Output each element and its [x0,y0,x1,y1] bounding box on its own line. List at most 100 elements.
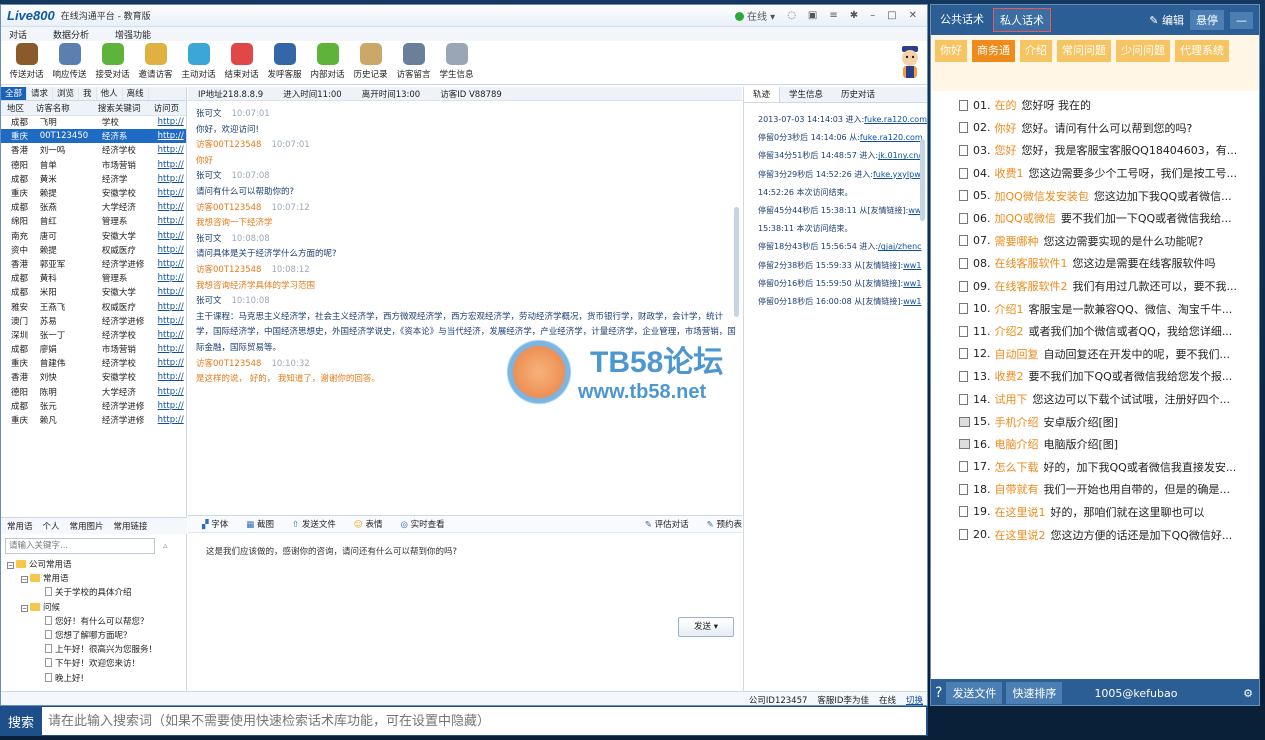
toolbar-button[interactable]: 传送对话 [5,41,48,83]
chat-tool-button[interactable]: ✎ 评估对话 [645,518,689,530]
table-cell[interactable]: http:// [148,314,186,328]
menu-item[interactable]: 数据分析 [53,28,89,41]
table-cell[interactable]: http:// [148,243,186,257]
send-file-button[interactable]: 发送文件 [946,682,1003,704]
edit-button[interactable]: ✎ 编辑 [1149,12,1184,28]
visitor-tab[interactable]: 全部 [1,87,28,100]
toolbar-button[interactable]: 接受对话 [91,41,134,83]
toolbar-button[interactable]: 访客留言 [392,41,435,83]
speech-item[interactable]: 09. 在线客服软件2 我们有用过几款还可以，要不我... [931,275,1259,298]
table-row[interactable]: 资中 赖提 权威医疗 http:// [1,243,186,257]
chat-tool-button[interactable]: ◎ 实时查看 [400,518,444,530]
chat-tool-button[interactable]: ✎ 预约表 [707,518,742,530]
speech-item[interactable]: 16. 电脑介绍 电脑版介绍[图] [931,433,1259,456]
tree-node[interactable]: − 常用语 [7,572,187,586]
toolbar-button[interactable]: 邀请访客 [134,41,177,83]
table-row[interactable]: 雅安 王燕飞 权威医疗 http:// [1,299,186,313]
phrase-search-input[interactable] [5,538,155,554]
tree-node[interactable]: 上午好！很高兴为您服务！ [7,643,187,657]
speech-category[interactable]: 介绍 [1020,40,1052,62]
speech-item[interactable]: 18. 自带就有 我们一开始也用自带的，但是的确是... [931,478,1259,501]
table-row[interactable]: 香港 郭亚军 经济学进修 http:// [1,257,186,271]
trail-link[interactable]: ww1 [903,297,921,306]
tree-node[interactable]: 关于学校的具体介绍 [7,586,187,600]
speech-item[interactable]: 01. 在的 您好呀 我在的 [931,94,1259,117]
speech-item[interactable]: 07. 需要哪种 您这边需要实现的是什么功能呢? [931,230,1259,253]
table-cell[interactable]: http:// [148,285,186,299]
table-cell[interactable]: http:// [148,200,186,214]
table-cell[interactable]: http:// [148,271,186,285]
trail-link[interactable]: /gjaj/zhenc [878,242,921,251]
table-row[interactable]: 成都 廖娟 市场营销 http:// [1,342,186,356]
speech-item[interactable]: 20. 在这里说2 您这边方便的话还是加下QQ微信好... [931,523,1259,546]
tab-private-speech[interactable]: 私人话术 [993,8,1051,32]
trail-link[interactable]: jk.01ny.cn/ [878,151,921,160]
chat-scrollbar[interactable] [734,207,739,317]
minimize-icon[interactable]: – [870,10,875,21]
tree-node[interactable]: 晚上好! [7,672,187,686]
table-row[interactable]: 香港 刘一鸣 经济学校 http:// [1,143,186,157]
table-cell[interactable]: http:// [148,229,186,243]
speech-item[interactable]: 10. 介绍1 客服宝是一款兼容QQ、微信、淘宝千牛... [931,297,1259,320]
table-cell[interactable]: http:// [148,143,186,157]
visitor-tab[interactable]: 离线 [123,87,149,100]
speech-item[interactable]: 15. 手机介绍 安卓版介绍[图] [931,410,1259,433]
table-cell[interactable]: http:// [148,356,186,370]
gear-icon[interactable]: ✱ [850,10,858,21]
speech-item[interactable]: 14. 试用下 您这边可以下载个试试哦，注册好四个... [931,388,1259,411]
collapse-icon[interactable]: ▵ [163,541,168,551]
trail-scrollbar[interactable] [920,139,925,221]
phrase-tab[interactable]: 个人 [43,520,60,532]
speech-category[interactable]: 代理系统 [1175,40,1229,62]
visitor-tab[interactable]: 请求 [27,87,54,100]
table-row[interactable]: 重庆 曾建伟 经济学校 http:// [1,356,186,370]
speech-item[interactable]: 02. 你好 您好。请问有什么可以帮到您的吗? [931,117,1259,140]
trail-link[interactable]: fuke.ra120.com [860,133,923,142]
pin-button[interactable]: 悬停 [1190,10,1224,30]
table-cell[interactable]: http:// [148,186,186,200]
speech-item[interactable]: 05. 加QQ微信发安装包 您这边加下我QQ或者微信... [931,184,1259,207]
chat-tool-button[interactable]: ☺ 表情 [354,518,383,530]
chat-tool-button[interactable]: ▞ 字体 [202,518,228,530]
table-cell[interactable]: http:// [148,413,186,427]
table-row[interactable]: 成都 黄科 管理系 http:// [1,271,186,285]
send-button[interactable]: 发送 ▾ [678,617,734,637]
table-cell[interactable]: http:// [148,328,186,342]
speech-item[interactable]: 13. 收费2 要不我们加下QQ或者微信我给您发个报... [931,365,1259,388]
trail-link[interactable]: ww1 [903,279,921,288]
tab-public-speech[interactable]: 公共话术 [934,8,990,32]
table-row[interactable]: 成都 黄米 经济学 http:// [1,172,186,186]
toolbar-button[interactable]: 结束对话 [220,41,263,83]
message-input[interactable]: 这是我们应该做的，感谢你的咨询，请问还有什么可以帮到你的吗? [206,545,457,557]
phrase-tab[interactable]: 常用语 [7,520,33,532]
table-cell[interactable]: http:// [148,385,186,399]
trail-tab[interactable]: 学生信息 [780,87,832,102]
tree-node[interactable]: − 问候 [7,601,187,615]
table-row[interactable]: 澳门 苏易 经济学进修 http:// [1,314,186,328]
table-cell[interactable]: http:// [148,370,186,384]
tree-node[interactable]: 您好！有什么可以帮您？ [7,615,187,629]
minimize-button[interactable]: — [1230,11,1253,29]
menu-item[interactable]: 增强功能 [115,28,151,41]
speech-item[interactable]: 12. 自动回复 自动回复还在开发中的呢，要不我们... [931,343,1259,366]
speech-item[interactable]: 17. 怎么下载 好的，加下我QQ或者微信我直接发安... [931,456,1259,479]
search-input[interactable] [42,707,926,735]
speech-category[interactable]: 少问问题 [1116,40,1170,62]
speech-item[interactable]: 19. 在这里说1 好的，那咱们就在这里聊也可以 [931,501,1259,524]
column-header[interactable]: 访客名称 [29,101,92,116]
table-row[interactable]: 绵阳 曾红 管理系 http:// [1,214,186,228]
speech-item[interactable]: 11. 介绍2 或者我们加个微信或者QQ，我给您详细... [931,320,1259,343]
expand-icon[interactable]: − [21,576,28,584]
table-row[interactable]: 成都 飞明 学校 http:// [1,115,186,129]
table-row[interactable]: 深圳 张一丁 经济学校 http:// [1,328,186,342]
table-row[interactable]: 重庆 00T123450 经济系 http:// [1,129,186,144]
phrase-tab[interactable]: 常用图片 [70,520,104,532]
table-cell[interactable]: http:// [148,158,186,172]
menu-item[interactable]: 对话 [9,28,27,41]
trail-tab[interactable]: 轨迹 [744,87,781,102]
trail-link[interactable]: ww1 [903,261,921,270]
table-row[interactable]: 德阳 陈明 大学经济 http:// [1,385,186,399]
toolbar-button[interactable]: 发呼客服 [263,41,306,83]
maximize-icon[interactable]: □ [887,10,896,21]
toolbar-button[interactable]: 学生信息 [435,41,478,83]
